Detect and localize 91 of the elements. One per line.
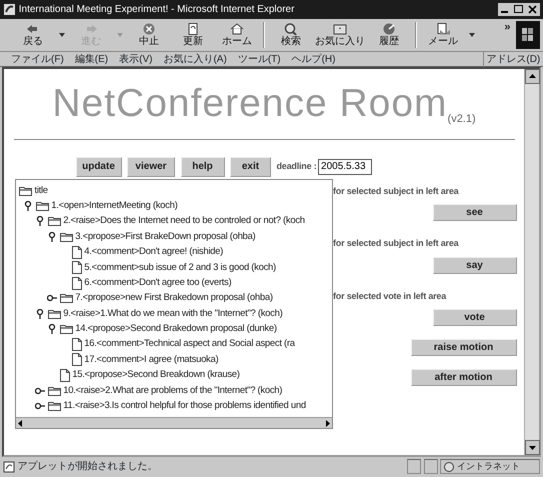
action-button[interactable]: raise motion	[410, 339, 516, 356]
expanded-handle-icon[interactable]	[22, 201, 33, 212]
expanded-handle-icon[interactable]	[34, 216, 45, 226]
toolbar-button[interactable]: ホーム	[215, 23, 259, 47]
menu-item[interactable]: ファイル(F)	[11, 52, 64, 66]
windows-logo-icon	[516, 21, 540, 49]
status-text: アプレットが開始されました。	[18, 460, 158, 474]
toolbar-button[interactable]: 中止	[127, 23, 171, 47]
menu-item[interactable]: 編集(E)	[74, 52, 108, 66]
folder-icon	[48, 386, 60, 396]
document-icon	[60, 368, 70, 382]
tree-item[interactable]: 4.<comment>Don't agree! (nishide)	[84, 245, 223, 260]
status-pane	[406, 459, 421, 474]
folder-icon	[60, 293, 72, 304]
collapsed-handle-icon[interactable]	[46, 294, 57, 302]
hint-text: for selected vote in left area	[333, 290, 446, 303]
status-pane	[424, 459, 438, 474]
tree-item[interactable]: 15.<propose>Second Breakdown (krause)	[72, 368, 240, 382]
mail-icon	[435, 23, 451, 35]
document-icon	[72, 353, 82, 366]
toolbar-button[interactable]: 戻る	[11, 23, 55, 47]
folder-icon	[48, 401, 60, 412]
toolbar-button[interactable]: 検索	[269, 23, 313, 47]
dropdown-icon[interactable]	[59, 33, 65, 37]
expanded-handle-icon[interactable]	[34, 308, 45, 319]
collapsed-handle-icon[interactable]	[34, 402, 45, 410]
version-label: (v2.1)	[448, 112, 476, 127]
action-button[interactable]: say	[432, 256, 516, 274]
scroll-left-icon[interactable]	[16, 418, 25, 428]
action-button[interactable]: after motion	[410, 369, 516, 386]
tree-item[interactable]: 3.<propose>First BrakeDown proposal (ohba)	[75, 230, 256, 244]
deadline-label: deadline :	[276, 160, 317, 173]
folder-icon	[36, 201, 48, 212]
action-button[interactable]: see	[432, 204, 516, 222]
dropdown-icon[interactable]	[469, 33, 475, 37]
toolbar-button[interactable]: 履歴	[367, 23, 411, 47]
tree-item[interactable]: 5.<comment>sub issue of 2 and 3 is good (koch)	[84, 260, 276, 275]
tree-item[interactable]: 6.<comment>Don't agree too (everts)	[84, 276, 232, 290]
tree-item[interactable]: 16.<comment>Technical aspect and Social aspect (ra	[84, 337, 295, 352]
deadline-field[interactable]: 2005.5.33	[318, 158, 372, 174]
toolbar-button[interactable]: 更新	[171, 23, 215, 47]
stop-icon	[141, 23, 157, 35]
home-icon	[229, 23, 245, 35]
toolbar-button[interactable]: メール	[421, 23, 465, 47]
folder-icon	[60, 324, 72, 334]
tree-item[interactable]: 10.<raise>2.What are problems of the "Internet"? (koch)	[63, 384, 282, 398]
tree-item[interactable]: 9.<raise>1.What do we mean with the "Internet"? (koch)	[63, 306, 282, 321]
close-icon[interactable]	[526, 3, 540, 16]
page-button[interactable]: help	[180, 156, 224, 176]
page-title: NetConference Room	[52, 80, 448, 126]
expanded-handle-icon[interactable]	[46, 324, 57, 334]
tree-item[interactable]: 17.<comment>I agree (matsuoka)	[84, 352, 218, 368]
minimize-icon[interactable]	[498, 3, 512, 16]
page-button[interactable]: viewer	[127, 156, 175, 176]
scroll-right-icon[interactable]	[323, 418, 332, 428]
document-icon	[72, 276, 82, 290]
hint-text: for selected subject in left area	[333, 237, 458, 250]
tree-item[interactable]: 2.<raise>Does the Internet need to be controled or not? (koch	[63, 214, 305, 229]
menu-item[interactable]: 表示(V)	[119, 52, 152, 66]
horizontal-scrollbar[interactable]	[16, 417, 332, 428]
folder-icon	[60, 232, 72, 242]
action-button[interactable]: vote	[432, 309, 516, 326]
menu-item[interactable]: お気に入り(A)	[163, 52, 227, 66]
tree-item[interactable]: 7.<propose>new First Brakedown proposal (ohba)	[75, 291, 273, 306]
window-title: International Meeting Experiment! - Microsoft Internet Explorer	[18, 3, 296, 17]
folder-icon	[48, 216, 60, 226]
menu-item[interactable]: ツール(T)	[238, 52, 281, 66]
page-button[interactable]: exit	[230, 156, 271, 176]
globe-icon	[444, 462, 454, 472]
tree-item[interactable]: 1.<open>InternetMeeting (koch)	[51, 198, 178, 214]
document-icon	[72, 246, 82, 259]
hint-text: for selected subject in left area	[333, 184, 458, 198]
folder-icon	[48, 308, 60, 319]
document-icon	[72, 261, 82, 274]
zone-text: イントラネット	[456, 460, 520, 473]
maximize-icon[interactable]	[512, 3, 526, 16]
page-button[interactable]: update	[76, 156, 122, 176]
tree-item[interactable]: title	[34, 184, 48, 198]
collapsed-handle-icon[interactable]	[34, 386, 45, 395]
search-icon	[283, 23, 299, 35]
vertical-scrollbar[interactable]	[524, 69, 539, 455]
toolbar-overflow[interactable]: »	[504, 19, 510, 36]
document-icon	[72, 338, 82, 352]
menu-item[interactable]: ヘルプ(H)	[292, 52, 336, 66]
toolbar-button[interactable]: お気に入り	[313, 23, 367, 47]
folder-icon	[18, 186, 32, 196]
scroll-down-icon[interactable]	[525, 440, 540, 455]
expanded-handle-icon[interactable]	[46, 232, 57, 242]
tree-item[interactable]: 14.<propose>Second Brakedown proposal (dunke)	[75, 322, 277, 336]
tree-item[interactable]: 11.<raise>3.Is control helpful for those problems identified und	[63, 399, 306, 414]
scroll-up-icon[interactable]	[525, 69, 540, 84]
